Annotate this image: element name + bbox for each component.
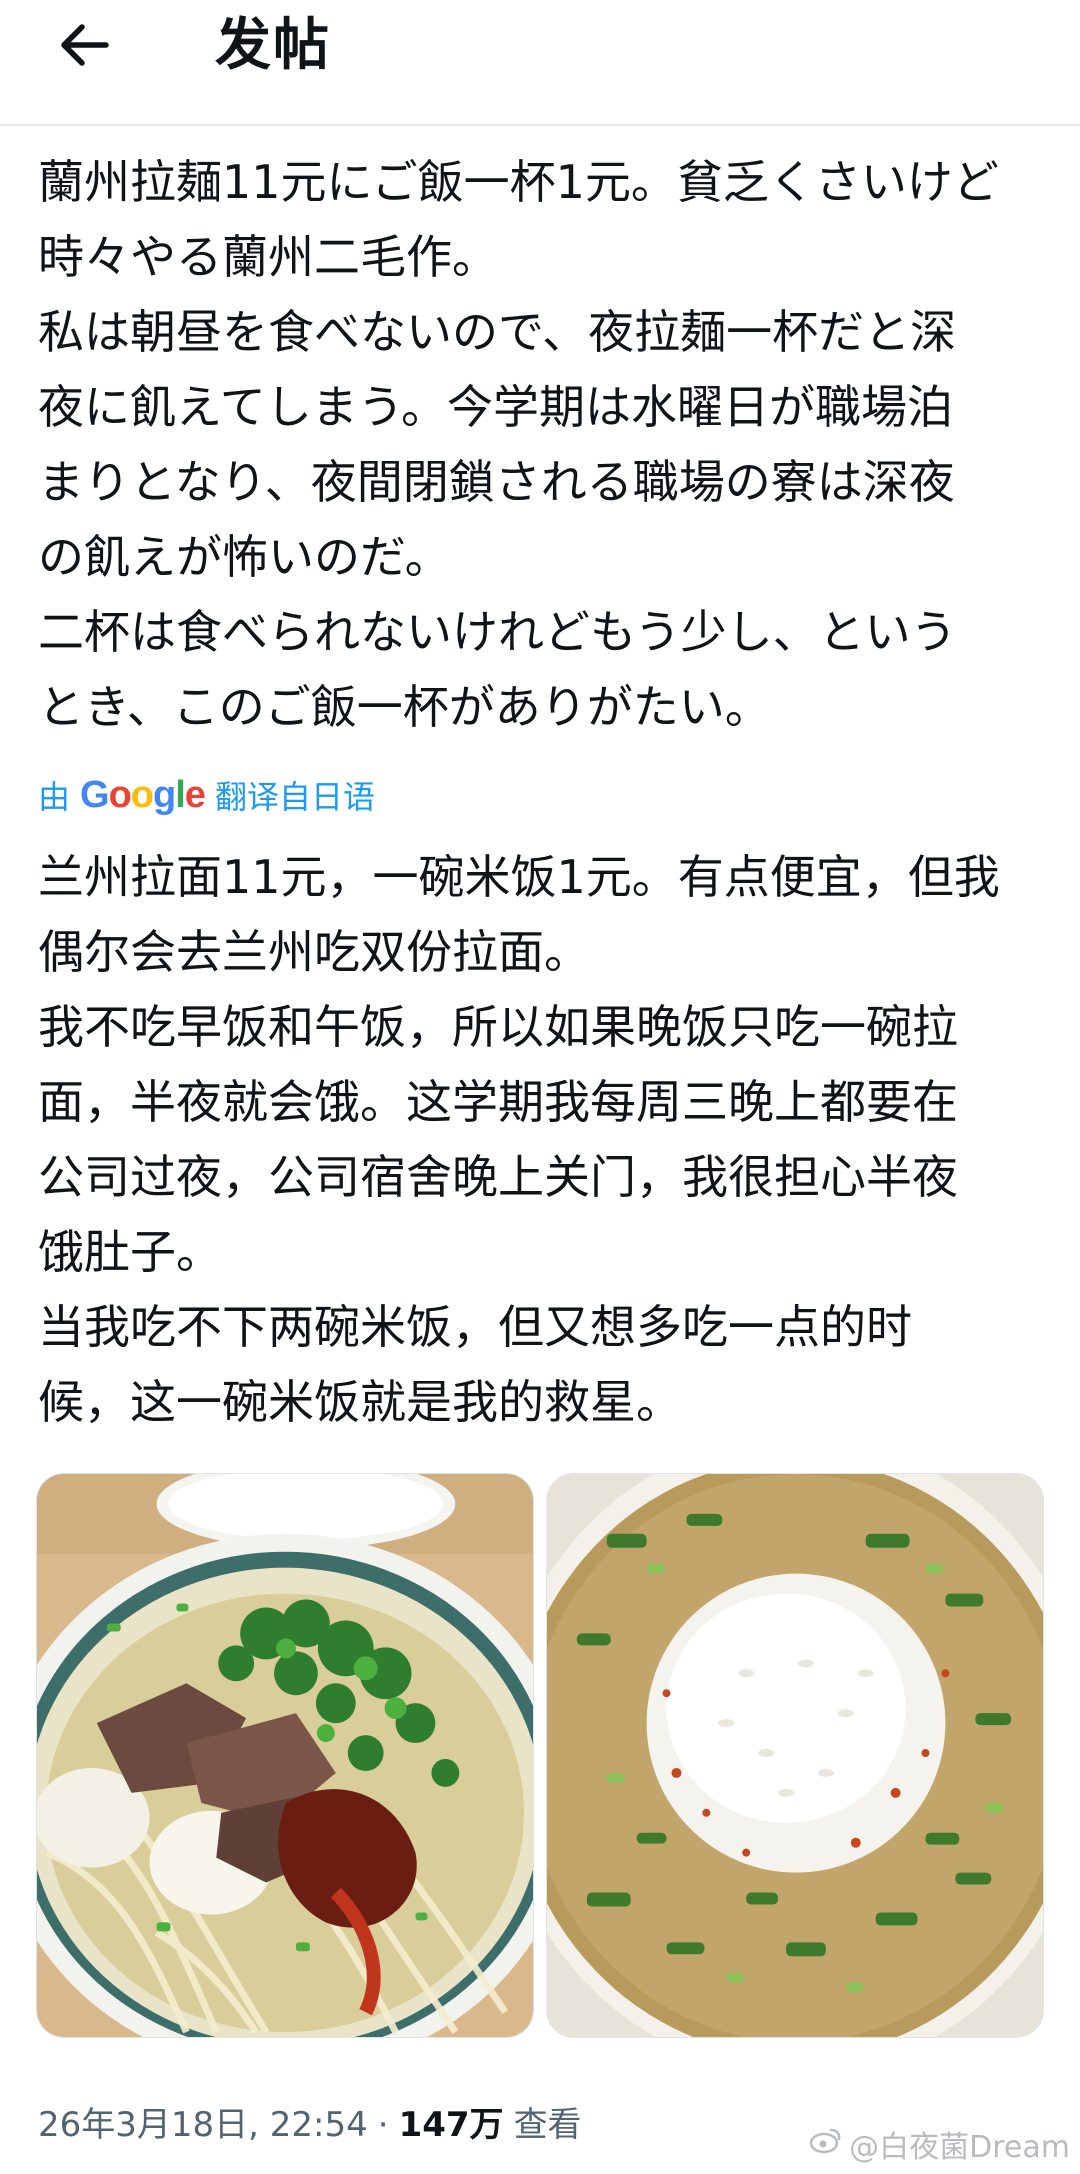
rice-soup-illustration: [547, 1474, 1043, 2037]
page-title: 发帖: [215, 13, 331, 78]
post-media: [36, 1473, 1044, 2038]
post-translated-text: 兰州拉面11元，一碗米饭1元。有点便宜，但我 偶尔会去兰州吃双份拉面。 我不吃早…: [38, 850, 1000, 1429]
noodles-illustration: [37, 1474, 533, 2037]
lanzhou-beef-noodles-photo[interactable]: [36, 1473, 534, 2038]
watermark: @白夜菌Dream: [809, 2122, 1070, 2166]
translation-prefix: 由: [38, 778, 71, 816]
rice-in-soup-photo[interactable]: [546, 1473, 1044, 2038]
views-label: 查看: [513, 2105, 582, 2145]
watermark-text: @白夜菌Dream: [849, 2130, 1070, 2165]
back-button[interactable]: [44, 0, 124, 90]
post-meta: 26年3月18日, 22:54 · 147万 查看: [38, 2095, 582, 2155]
top-bar: 发帖: [0, 0, 1080, 126]
views-count: 147万: [398, 2105, 504, 2145]
post-timestamp: 26年3月18日, 22:54: [38, 2105, 368, 2145]
meta-separator: ·: [377, 2105, 389, 2145]
translation-suffix: 翻译自日语: [214, 778, 375, 816]
arrow-left-icon: [61, 24, 109, 66]
post-original-text: 蘭州拉麺11元にご飯一杯1元。貧乏くさいけど 時々やる蘭州二毛作。 私は朝昼を食…: [38, 155, 999, 734]
translation-attribution[interactable]: 由 Google 翻译自日语: [38, 770, 375, 820]
weibo-icon: [809, 2126, 843, 2162]
google-logo: Google: [80, 773, 206, 816]
